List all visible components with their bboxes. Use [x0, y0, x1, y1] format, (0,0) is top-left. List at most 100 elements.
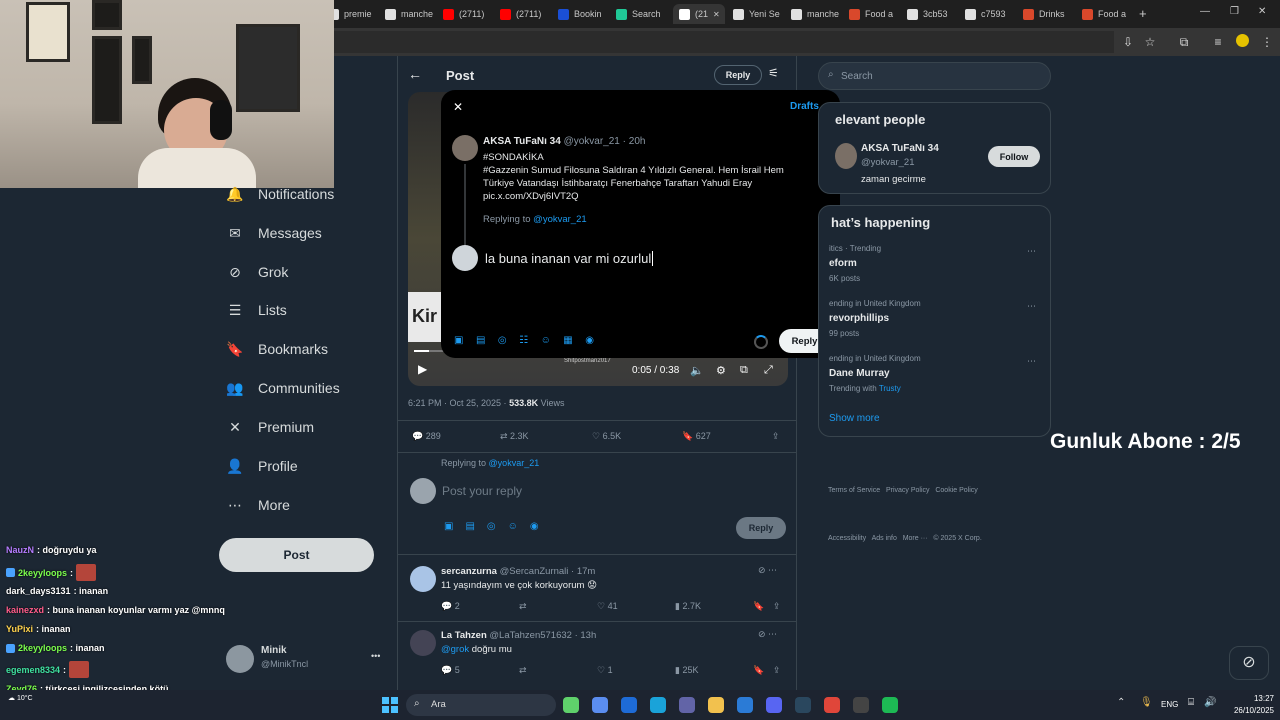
steam-icon[interactable]: [795, 697, 811, 713]
inline-reply-button[interactable]: Reply: [736, 517, 786, 539]
account-switcher[interactable]: Minik @MinikTncl •••: [226, 643, 386, 677]
reply-item[interactable]: sercanzurna @SercanZurnali · 17m 11 yaşın…: [398, 560, 796, 622]
reply-action[interactable]: 💬 289: [412, 431, 441, 442]
replying-to-handle[interactable]: @yokvar_21: [489, 458, 540, 468]
share-icon[interactable]: ⇪: [772, 431, 780, 442]
reply-reply-action[interactable]: 💬 2: [441, 601, 460, 612]
profile-icon[interactable]: [1234, 34, 1250, 50]
reply-avatar[interactable]: [410, 630, 436, 656]
browser-tab[interactable]: (21 ✕: [673, 4, 725, 24]
weather-widget[interactable]: ☁ 10°C: [8, 694, 33, 702]
play-icon[interactable]: ▶: [418, 362, 427, 376]
like-action[interactable]: ♡ 6.5K: [592, 431, 621, 442]
reply-item[interactable]: La Tahzen @LaTahzen571632 · 13h @grok doğ…: [398, 624, 796, 686]
reply-reply-action[interactable]: 💬 5: [441, 665, 460, 676]
tray-chevron-icon[interactable]: ⌃: [1117, 697, 1125, 708]
volume-tray-icon[interactable]: 🔊: [1204, 697, 1216, 708]
browser-tab[interactable]: (2711): [443, 4, 495, 24]
browser-tab[interactable]: Drinks: [1023, 4, 1075, 24]
original-tweet-link[interactable]: pic.x.com/XDvj6IVT2Q: [483, 190, 823, 203]
copilot-icon[interactable]: [592, 697, 608, 713]
drafts-link[interactable]: Drafts: [790, 101, 819, 112]
follow-button[interactable]: Follow: [988, 146, 1040, 167]
reply-mention[interactable]: @grok: [441, 644, 469, 655]
maximize-button[interactable]: ❐: [1230, 6, 1239, 17]
widgets-icon[interactable]: [563, 697, 579, 713]
nav-item-communities[interactable]: 👥 Communities: [226, 373, 339, 403]
trend-item[interactable]: itics · Trending eform ⋯ 6K posts: [829, 244, 1044, 294]
reply-bookmark-icon[interactable]: 🔖: [753, 665, 764, 676]
person-name[interactable]: AKSA TuFaNı 34: [861, 143, 939, 154]
spotify-icon[interactable]: [882, 697, 898, 713]
trend-item[interactable]: ending in United Kingdom Dane Murray ⋯ Tren…: [829, 354, 1044, 404]
explorer-icon[interactable]: [708, 697, 724, 713]
reply-repost-action[interactable]: ⇄: [519, 601, 527, 612]
install-icon[interactable]: ⇩: [1120, 34, 1136, 50]
pip-icon[interactable]: ⧉: [740, 364, 748, 377]
browser-tab[interactable]: Bookin: [558, 4, 610, 24]
trend-more-icon[interactable]: ⋯: [1027, 246, 1036, 257]
nav-item-grok[interactable]: ⊘ Grok: [226, 257, 288, 287]
reply-author-name[interactable]: sercanzurna: [441, 566, 497, 577]
reply-like-action[interactable]: ♡ 41: [597, 601, 618, 612]
trend-more-icon[interactable]: ⋯: [1027, 301, 1036, 312]
reading-list-icon[interactable]: ≡: [1210, 34, 1226, 50]
account-more-icon[interactable]: •••: [371, 651, 380, 661]
browser-tab[interactable]: manche: [385, 4, 437, 24]
search-box[interactable]: ⌕ Search: [818, 62, 1051, 90]
mic-icon[interactable]: 🎙: [1140, 697, 1153, 708]
browser-tab[interactable]: Yeni Se: [733, 4, 785, 24]
trend-item[interactable]: ending in United Kingdom revorphillips ⋯ 99…: [829, 299, 1044, 349]
reply-views[interactable]: ▮ 2.7K: [675, 601, 701, 612]
fullscreen-icon[interactable]: ⤢: [764, 364, 773, 377]
obs-icon[interactable]: [853, 697, 869, 713]
outlook-icon[interactable]: [621, 697, 637, 713]
browser-tab[interactable]: Food a: [1082, 4, 1134, 24]
bookmark-action[interactable]: 🔖 627: [682, 431, 711, 442]
repost-action[interactable]: ⇄ 2.3K: [500, 431, 529, 442]
browser-tab[interactable]: Food a: [849, 4, 901, 24]
modal-replying-to-handle[interactable]: @yokvar_21: [533, 214, 586, 225]
browser-tab[interactable]: 3cb53: [907, 4, 959, 24]
reply-like-action[interactable]: ♡ 1: [597, 665, 613, 676]
nav-item-more[interactable]: ⋯ More: [226, 490, 290, 520]
browser-tab[interactable]: manche: [791, 4, 843, 24]
browser-tab[interactable]: c7593: [965, 4, 1017, 24]
tab-close-icon[interactable]: ✕: [713, 10, 720, 19]
kebab-menu-icon[interactable]: ⋮: [1259, 34, 1275, 50]
edge-icon[interactable]: [650, 697, 666, 713]
network-icon[interactable]: ⌸: [1188, 697, 1194, 708]
nav-item-bookmarks[interactable]: 🔖 Bookmarks: [226, 334, 328, 364]
header-reply-button[interactable]: Reply: [714, 65, 762, 85]
back-arrow-icon[interactable]: ←: [408, 66, 422, 82]
nav-item-lists[interactable]: ☰ Lists: [226, 295, 287, 325]
minimize-button[interactable]: —: [1200, 6, 1210, 17]
sliders-icon[interactable]: ⚟: [768, 66, 779, 80]
nav-item-notifications[interactable]: 🔔 Notifications: [226, 179, 334, 209]
language-indicator[interactable]: ENG: [1161, 700, 1178, 709]
browser-tab[interactable]: (2711): [500, 4, 552, 24]
store-icon[interactable]: [737, 697, 753, 713]
person-avatar[interactable]: [835, 143, 857, 169]
show-more-link[interactable]: Show more: [829, 413, 880, 424]
star-icon[interactable]: ☆: [1142, 34, 1158, 50]
reply-composer-input[interactable]: la buna inanan var mi ozurlul: [485, 251, 654, 266]
inline-reply-input[interactable]: Post your reply: [442, 484, 522, 498]
reply-author-name[interactable]: La Tahzen: [441, 630, 487, 641]
footer-line[interactable]: Accessibility Ads info More ··· © 2025 X…: [828, 531, 982, 547]
reply-avatar[interactable]: [410, 566, 436, 592]
chrome-icon[interactable]: [824, 697, 840, 713]
clock[interactable]: 13:27 26/10/2025: [1226, 693, 1274, 717]
reply-share-icon[interactable]: ⇪: [773, 601, 781, 612]
reply-views[interactable]: ▮ 25K: [675, 665, 698, 676]
nav-item-premium[interactable]: ✕ Premium: [226, 412, 314, 442]
teams-icon[interactable]: [679, 697, 695, 713]
close-window-button[interactable]: ✕: [1258, 6, 1266, 17]
reply-bookmark-icon[interactable]: 🔖: [753, 601, 764, 612]
address-bar[interactable]: [334, 31, 1114, 53]
nav-item-profile[interactable]: 👤 Profile: [226, 451, 297, 481]
post-button[interactable]: Post: [219, 538, 374, 572]
volume-icon[interactable]: 🔈: [690, 364, 704, 377]
new-tab-button[interactable]: +: [1139, 6, 1147, 21]
browser-tab[interactable]: premie: [328, 4, 380, 24]
